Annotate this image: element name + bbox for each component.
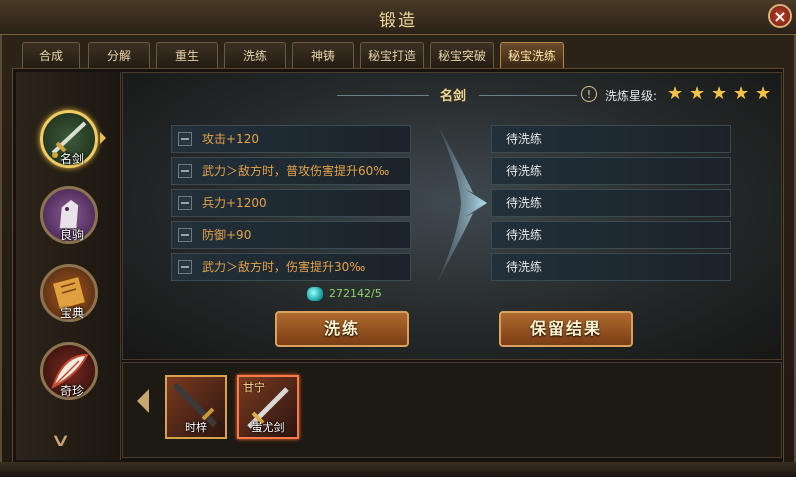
current-attribute-row: 兵力+1200: [171, 189, 411, 217]
cost-amount: 272142/5: [329, 287, 382, 300]
lock-toggle[interactable]: [178, 132, 192, 146]
category-label: 宝典: [59, 306, 84, 320]
bottom-frame: [0, 462, 796, 477]
selected-marker-icon: [100, 132, 106, 144]
pending-result-row: 待洗练: [491, 157, 731, 185]
attribute-text: 武力＞敌方时，普攻伤害提升60‰: [202, 164, 390, 178]
bag-item-slot[interactable]: 时梓: [165, 375, 227, 439]
pending-result-row: 待洗练: [491, 189, 731, 217]
item-bag: 时梓 甘宁 蚩尤剑: [122, 362, 782, 458]
window-title: 锻造: [379, 11, 417, 31]
title-bar: 锻造 ×: [0, 0, 796, 35]
refine-stars-label: 洗炼星级:: [605, 89, 658, 103]
star-icon: ★: [667, 83, 684, 104]
refine-button[interactable]: 洗练: [275, 311, 409, 347]
category-horse[interactable]: 良驹: [40, 186, 98, 244]
tab-treasure-refine[interactable]: 秘宝洗练: [500, 42, 564, 68]
category-label: 名剑: [59, 152, 84, 166]
attribute-text: 武力＞敌方时，伤害提升30‰: [202, 260, 366, 274]
lock-toggle[interactable]: [178, 260, 192, 274]
attribute-text: 防御+90: [202, 228, 252, 242]
category-treasure[interactable]: 奇珍: [40, 342, 98, 400]
tab-decompose[interactable]: 分解: [88, 42, 150, 68]
scroll-down-icon[interactable]: ∨: [50, 430, 71, 451]
lock-toggle[interactable]: [178, 228, 192, 242]
current-attribute-row: 攻击+120: [171, 125, 411, 153]
category-sword[interactable]: 名剑: [40, 110, 98, 168]
transform-arrow-icon: [437, 123, 487, 283]
star-icon: ★: [711, 83, 728, 104]
bag-item-name: 蚩尤剑: [251, 421, 285, 434]
tab-treasure-breakthrough[interactable]: 秘宝突破: [430, 42, 494, 68]
tab-refine[interactable]: 洗练: [224, 42, 286, 68]
current-attribute-row: 防御+90: [171, 221, 411, 249]
category-sidebar: 名剑 良驹 宝典 奇珍 ∨: [16, 72, 121, 460]
close-button[interactable]: ×: [768, 4, 792, 28]
gem-icon: [307, 287, 323, 301]
bag-item-owner: 甘宁: [243, 381, 265, 394]
current-attribute-row: 武力＞敌方时，普攻伤害提升60‰: [171, 157, 411, 185]
pending-result-row: 待洗练: [491, 253, 731, 281]
info-icon[interactable]: !: [581, 86, 597, 102]
lock-toggle[interactable]: [178, 196, 192, 210]
tab-divine-forge[interactable]: 神铸: [292, 42, 354, 68]
tab-treasure-craft[interactable]: 秘宝打造: [360, 42, 424, 68]
header-divider-left: [337, 95, 429, 96]
star-icon: ★: [733, 83, 750, 104]
pending-result-row: 待洗练: [491, 125, 731, 153]
current-attribute-row: 武力＞敌方时，伤害提升30‰: [171, 253, 411, 281]
tab-rebirth[interactable]: 重生: [156, 42, 218, 68]
star-icon: ★: [689, 83, 706, 104]
keep-result-button[interactable]: 保留结果: [499, 311, 633, 347]
tab-synthesize[interactable]: 合成: [22, 42, 80, 68]
category-book[interactable]: 宝典: [40, 264, 98, 322]
category-label: 奇珍: [59, 384, 84, 398]
attribute-text: 兵力+1200: [202, 196, 267, 210]
bag-item-slot[interactable]: 甘宁 蚩尤剑: [237, 375, 299, 439]
pending-result-row: 待洗练: [491, 221, 731, 249]
refine-stage: 名剑 ! 洗炼星级: ★ ★ ★ ★ ★ 攻击+120 武力＞敌方时，普攻伤害提…: [122, 72, 782, 360]
lock-toggle[interactable]: [178, 164, 192, 178]
bag-item-name: 时梓: [185, 421, 207, 434]
attribute-text: 攻击+120: [202, 132, 259, 146]
previous-page-icon[interactable]: [137, 389, 149, 413]
header-divider-right: [479, 95, 577, 96]
item-name: 名剑: [439, 89, 466, 104]
category-label: 良驹: [59, 228, 84, 242]
star-icon: ★: [755, 83, 772, 104]
